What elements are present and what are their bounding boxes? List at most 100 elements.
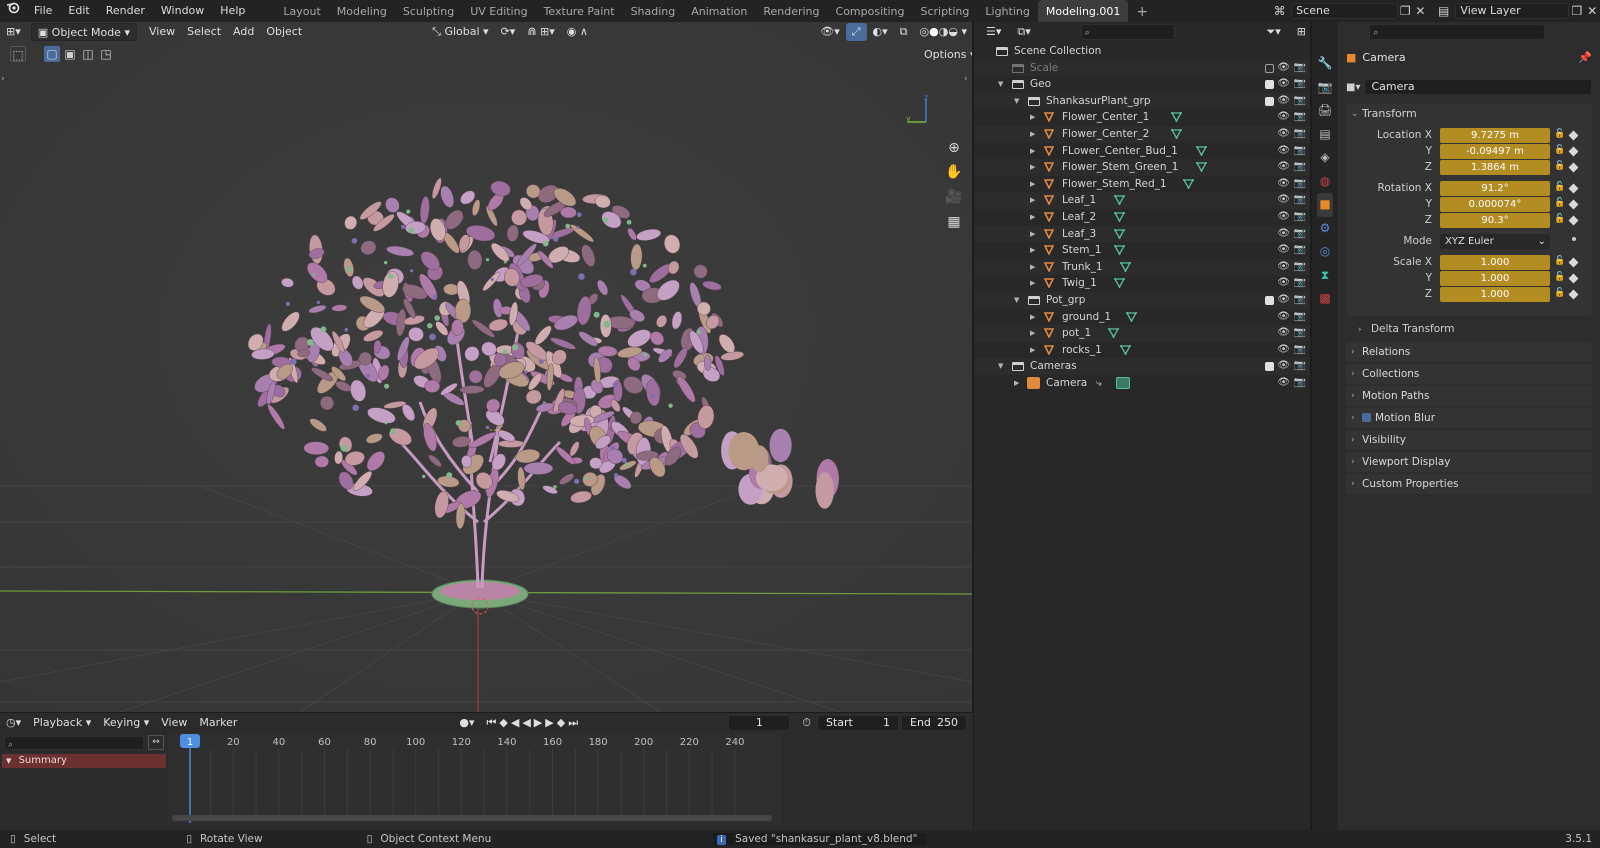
menu-select[interactable]: Select	[181, 23, 227, 41]
select-extend-icon[interactable]: ▣	[62, 46, 78, 62]
viewport-scene[interactable]	[0, 22, 973, 712]
outliner-row-ground-1[interactable]: ▶ ground_1 👁 📷	[974, 309, 1310, 326]
outliner-row-flower-center-bud-1[interactable]: ▶ FLower_Center_Bud_1 👁 📷	[974, 143, 1310, 160]
visibility-eye-icon[interactable]: 👁	[1277, 109, 1290, 126]
transform-orientation-dropdown[interactable]: ⤡ Global ▾	[426, 23, 494, 41]
menu-timeline-view[interactable]: View	[155, 714, 193, 732]
outliner-row-flower-center-2[interactable]: ▶ Flower_Center_2 👁 📷	[974, 126, 1310, 143]
outliner-row-shankasurplant-grp[interactable]: ▼ ShankasurPlant_grp 👁 📷	[974, 92, 1310, 110]
expand-closed-icon[interactable]: ▶	[1030, 192, 1035, 209]
axis-gizmo[interactable]: z y	[900, 94, 936, 130]
motion-blur-panel[interactable]: › Motion Blur	[1346, 408, 1592, 428]
render-visibility-icon[interactable]: 📷	[1294, 275, 1306, 292]
outliner-row-flower-stem-green-1[interactable]: ▶ Flower_Stem_Green_1 👁 📷	[974, 159, 1310, 176]
mesh-data-icon[interactable]	[1126, 311, 1138, 322]
delete-view-layer-icon[interactable]: ✕	[1585, 3, 1600, 19]
data-browse-icon[interactable]: ■▾	[1346, 82, 1360, 93]
lock-location-x-icon[interactable]: 🔓	[1554, 129, 1565, 139]
delete-scene-icon[interactable]: ✕	[1413, 3, 1428, 19]
lock-location-z-icon[interactable]: 🔓	[1554, 161, 1565, 171]
workspace-tab-rendering[interactable]: Rendering	[755, 0, 827, 22]
visibility-eye-icon[interactable]: 👁	[1277, 60, 1290, 77]
workspace-tab-texture-paint[interactable]: Texture Paint	[536, 0, 623, 22]
menu-view[interactable]: View	[143, 23, 181, 41]
play-reverse-icon[interactable]: ◀	[522, 716, 533, 729]
jump-end-icon[interactable]: ⏭	[568, 716, 581, 729]
scene-tab-icon[interactable]: ◈	[1317, 146, 1333, 170]
rotation-z-field[interactable]: 90.3°	[1440, 213, 1550, 228]
menu-object[interactable]: Object	[260, 23, 308, 41]
select-subtract-icon[interactable]: ◫	[80, 46, 96, 62]
visibility-eye-icon[interactable]: 👁	[1277, 159, 1290, 176]
properties-editor-type-icon[interactable]: ⚙▾	[1338, 23, 1339, 41]
toolbar-collapse-icon[interactable]: ›	[1, 74, 5, 84]
outliner-row-rocks-1[interactable]: ▶ rocks_1 👁 📷	[974, 342, 1310, 359]
outliner-row-twig-1[interactable]: ▶ Twig_1 👁 📷	[974, 275, 1310, 292]
outliner-editor-type-icon[interactable]: ☰▾	[980, 23, 1007, 41]
expand-closed-icon[interactable]: ▶	[1030, 209, 1035, 226]
expand-open-icon[interactable]: ▼	[998, 358, 1003, 375]
mesh-data-icon[interactable]	[1120, 344, 1132, 355]
display-mode-icon[interactable]: ⧉▾	[1011, 23, 1036, 41]
menu-render[interactable]: Render	[98, 0, 153, 22]
mesh-data-icon[interactable]	[1195, 162, 1207, 173]
visibility-eye-icon[interactable]: 👁	[1277, 292, 1290, 309]
sidebar-collapse-icon[interactable]: ‹	[964, 74, 968, 84]
visibility-eye-icon[interactable]: 👁	[1277, 176, 1290, 193]
visibility-eye-icon[interactable]: 👁	[1277, 375, 1290, 392]
exclude-checkbox[interactable]	[1265, 80, 1274, 90]
timeline-area[interactable]: 20 40 60 80 100 120 140 160 180 200 220 240 1	[168, 733, 782, 823]
expand-closed-icon[interactable]: ▶	[1030, 309, 1035, 326]
visibility-eye-icon[interactable]: 👁	[1277, 226, 1290, 243]
expand-closed-icon[interactable]: ▶	[1030, 159, 1035, 176]
lock-scale-z-icon[interactable]: 🔓	[1554, 288, 1565, 298]
outliner-row-flower-stem-red-1[interactable]: ▶ Flower_Stem_Red_1 👁 📷	[974, 176, 1310, 193]
render-visibility-icon[interactable]: 📷	[1294, 192, 1306, 209]
expand-closed-icon[interactable]: ▶	[1030, 259, 1035, 276]
rendered-shading-icon[interactable]: ◒	[948, 25, 958, 38]
mesh-data-icon[interactable]	[1120, 261, 1132, 272]
visibility-eye-icon[interactable]: 👁	[1277, 242, 1290, 259]
outliner[interactable]: ☰▾ ⧉▾ ⌕ ⏷▾ ⊞ Scene Collection Scale 👁 📷 ▼ Geo…	[974, 22, 1312, 830]
auto-keying-icon[interactable]: ●▾	[453, 714, 480, 732]
exclude-checkbox[interactable]	[1265, 96, 1274, 106]
exclude-checkbox[interactable]	[1265, 63, 1274, 73]
select-new-icon[interactable]: ▢	[44, 46, 60, 62]
lock-scale-x-icon[interactable]: 🔓	[1554, 256, 1565, 266]
expand-closed-icon[interactable]: ▶	[1030, 109, 1035, 126]
object-name-input[interactable]: Camera	[1364, 79, 1592, 95]
workspace-tab-shading[interactable]: Shading	[623, 0, 684, 22]
rotation-y-field[interactable]: 0.000074°	[1440, 197, 1550, 212]
render-visibility-icon[interactable]: 📷	[1294, 325, 1306, 342]
mesh-data-icon[interactable]	[1195, 145, 1207, 156]
channel-search-input[interactable]: ⌕	[4, 736, 144, 750]
rotation-x-field[interactable]: 91.2°	[1440, 181, 1550, 196]
filter-icon[interactable]: ⏷▾	[1260, 23, 1286, 41]
expand-closed-icon[interactable]: ▶	[1030, 242, 1035, 259]
outliner-row-camera[interactable]: ▶ Camera ⤷ 👁 📷	[974, 375, 1310, 392]
world-tab-icon[interactable]: ◍	[1317, 170, 1333, 194]
render-tab-icon[interactable]: 📷	[1317, 76, 1333, 100]
menu-marker[interactable]: Marker	[193, 714, 243, 732]
outliner-row-stem-1[interactable]: ▶ Stem_1 👁 📷	[974, 242, 1310, 259]
render-visibility-icon[interactable]: 📷	[1294, 292, 1306, 309]
render-visibility-icon[interactable]: 📷	[1294, 60, 1306, 77]
start-frame-field[interactable]: Start 1	[817, 715, 899, 731]
sync-toggle-icon[interactable]: ↔	[148, 735, 164, 750]
pan-hand-icon[interactable]: ✋	[944, 162, 964, 182]
outliner-row-scene-collection[interactable]: Scene Collection	[974, 43, 1310, 60]
outliner-row-leaf-2[interactable]: ▶ Leaf_2 👁 📷	[974, 209, 1310, 226]
material-shading-icon[interactable]: ◑	[939, 25, 949, 38]
proportional-edit-icon[interactable]: ◉ ∧	[561, 23, 594, 41]
view-layer-tab-icon[interactable]: ▤	[1317, 123, 1333, 147]
visibility-eye-icon[interactable]: 👁	[1277, 126, 1290, 143]
visibility-eye-icon[interactable]: 👁	[1277, 192, 1290, 209]
mesh-data-icon[interactable]	[1183, 178, 1195, 189]
keyframe-rotation-z-icon[interactable]	[1568, 215, 1579, 226]
expand-open-icon[interactable]: ▼	[998, 76, 1003, 93]
menu-window[interactable]: Window	[153, 0, 212, 22]
scale-y-field[interactable]: 1.000	[1440, 271, 1550, 286]
modifier-tab-icon[interactable]: ⚙	[1317, 217, 1333, 241]
scene-selector[interactable]: ⌘ Scene ❐ ✕	[1272, 2, 1428, 20]
visibility-eye-icon[interactable]: 👁	[1277, 309, 1290, 326]
